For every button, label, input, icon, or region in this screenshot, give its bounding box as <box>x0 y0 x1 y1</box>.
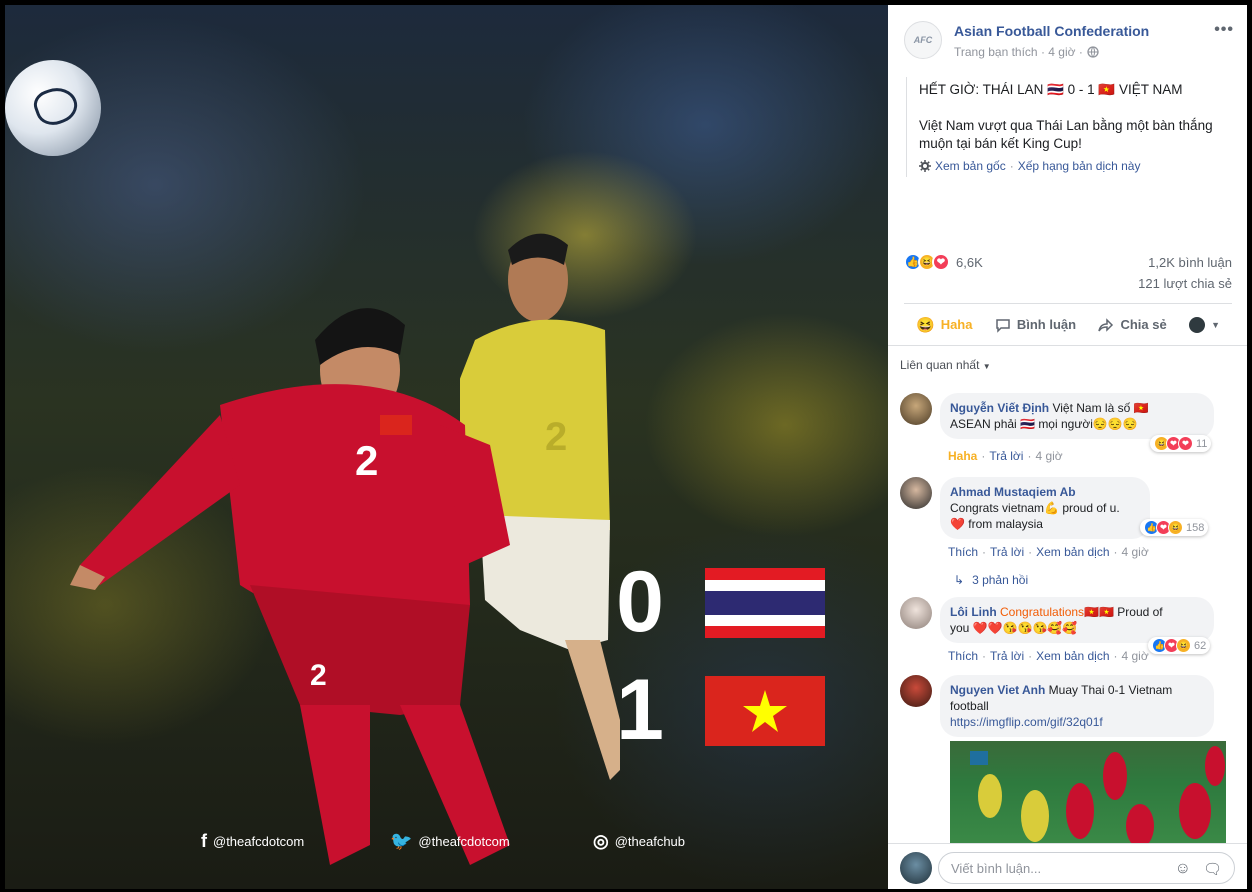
highlight-text: Congratulations <box>1000 605 1085 619</box>
emoji-icon[interactable]: ☺ <box>1175 860 1191 878</box>
comment-time[interactable]: 4 giờ <box>1035 449 1062 463</box>
globe-icon[interactable] <box>1087 46 1099 58</box>
comment-like-link[interactable]: Thích <box>948 649 978 663</box>
twitter-icon: 🐦 <box>390 831 413 851</box>
commenter-name[interactable]: Lôi Linh <box>950 605 997 619</box>
comment-actions: Haha · Trả lời · 4 giờ <box>948 449 1063 463</box>
social-instagram: ◎ @theafchub <box>593 831 685 852</box>
gif-players-image <box>970 746 1225 846</box>
commenter-avatar[interactable] <box>900 597 932 629</box>
gif-link[interactable]: https://imgflip.com/gif/32q01f <box>950 715 1103 729</box>
photo-viewer: 2 2 2 0 1 f @theafcdotcom 🐦 @theafcdotco… <box>0 0 1252 892</box>
sort-dropdown[interactable]: Liên quan nhất ▼ <box>900 358 991 372</box>
comment-sort-bar: Liên quan nhất ▼ <box>888 345 1247 389</box>
gear-icon[interactable] <box>919 160 931 172</box>
reactions-summary: 👍 😆 ❤ 6,6K 1,2K bình luận 121 lượt chia … <box>904 253 1232 297</box>
social-facebook: f @theafcdotcom <box>201 831 304 852</box>
love-reaction-icon: ❤ <box>932 253 950 271</box>
share-icon <box>1098 317 1114 332</box>
post-headline: HẾT GIỜ: THÁI LAN 🇹🇭 0 - 1 🇻🇳 VIỆT NAM <box>919 82 1183 97</box>
comment-actions: Thích · Trả lời · Xem bản dịch · 4 giờ <box>948 649 1149 663</box>
see-translation-link[interactable]: Xem bản dịch <box>1036 649 1109 663</box>
comment-actions: Thích · Trả lời · Xem bản dịch · 4 giờ <box>948 545 1149 559</box>
comment-gif-image[interactable] <box>950 741 1226 846</box>
comment-time[interactable]: 4 giờ <box>1122 545 1149 559</box>
haha-button[interactable]: 😆 Haha <box>916 316 972 334</box>
reaction-profile-selector[interactable]: ▼ <box>1189 316 1220 333</box>
instagram-icon: ◎ <box>593 831 609 851</box>
comment-button[interactable]: Bình luận <box>995 317 1076 333</box>
see-translation-link[interactable]: Xem bản dịch <box>1036 545 1109 559</box>
post-text: HẾT GIỜ: THÁI LAN 🇹🇭 0 - 1 🇻🇳 VIỆT NAM V… <box>906 77 1232 177</box>
share-count[interactable]: 121 lượt chia sẻ <box>1138 276 1232 291</box>
comment-icon <box>996 318 1010 333</box>
twitter-handle: @theafcdotcom <box>418 834 510 849</box>
post-photo[interactable]: 2 2 2 0 1 f @theafcdotcom 🐦 @theafcdotco… <box>5 5 888 889</box>
comment-time[interactable]: 4 giờ <box>1122 649 1149 663</box>
comment-reaction-count[interactable]: 😆 ❤ ❤ 11 <box>1150 435 1212 452</box>
user-avatar[interactable] <box>900 852 932 884</box>
comment-reply-link[interactable]: Trả lời <box>989 449 1023 463</box>
social-twitter: 🐦 @theafcdotcom <box>390 831 510 852</box>
commenter-avatar[interactable] <box>900 477 932 509</box>
comment-input[interactable]: Viết bình luận... ☺ 🗨 <box>938 852 1235 884</box>
thailand-flag-icon <box>705 567 825 638</box>
score-thailand: 0 <box>616 554 664 650</box>
score-row-thailand: 0 <box>605 553 825 652</box>
reaction-icons[interactable]: 👍 😆 ❤ 6,6K <box>904 253 983 271</box>
share-button[interactable]: Chia sẻ <box>1098 317 1167 333</box>
post-header: AFC Asian Football Confederation Trang b… <box>904 19 1234 61</box>
page-name-link[interactable]: Asian Football Confederation <box>954 23 1149 39</box>
view-replies-link[interactable]: ↳ 3 phản hồi <box>954 573 1028 587</box>
score-row-vietnam: 1 <box>605 661 825 760</box>
rate-translation-link[interactable]: Xếp hạng bản dịch này <box>1018 157 1141 175</box>
comment-reaction-count[interactable]: 👍 ❤ 😆 158 <box>1140 519 1209 536</box>
comment-reply-link[interactable]: Trả lời <box>990 545 1024 559</box>
post-meta-text: Trang bạn thích · 4 giờ · <box>954 45 1083 59</box>
reply-arrow-icon: ↳ <box>954 573 965 587</box>
comment-reply-link[interactable]: Trả lời <box>990 649 1024 663</box>
comment-react-link[interactable]: Haha <box>948 449 977 463</box>
comment-bubble: Nguyễn Viết Định Việt Nam là số 🇻🇳 ASEAN… <box>940 393 1214 439</box>
commenter-name[interactable]: Nguyen Viet Anh <box>950 683 1045 697</box>
svg-text:2: 2 <box>310 659 327 692</box>
post-side-panel: AFC Asian Football Confederation Trang b… <box>888 5 1247 889</box>
vietnam-flag-icon <box>705 675 825 746</box>
chevron-down-icon: ▼ <box>982 362 991 371</box>
score-vietnam: 1 <box>616 662 664 758</box>
comment-count[interactable]: 1,2K bình luận <box>1148 255 1232 270</box>
comment-bubble: Ahmad Mustaqiem Ab Congrats vietnam💪 pro… <box>940 477 1150 539</box>
sticker-icon[interactable]: 🗨 <box>1203 860 1222 878</box>
facebook-handle: @theafcdotcom <box>213 834 305 849</box>
svg-text:2: 2 <box>355 437 378 484</box>
comment-composer: Viết bình luận... ☺ 🗨 <box>888 843 1247 889</box>
more-options-icon[interactable]: ••• <box>1214 21 1234 39</box>
comment-reaction-count[interactable]: 👍 ❤ 😆 62 <box>1148 637 1211 654</box>
see-original-link[interactable]: Xem bản gốc <box>935 157 1006 175</box>
reaction-count[interactable]: 6,6K <box>956 255 983 270</box>
facebook-icon: f <box>201 831 207 851</box>
player-red-image: 2 2 <box>70 308 510 865</box>
translation-links: Xem bản gốc · Xếp hạng bản dịch này <box>919 157 1232 175</box>
football-image <box>5 60 101 156</box>
chevron-down-icon: ▼ <box>1211 319 1220 330</box>
commenter-avatar[interactable] <box>900 675 932 707</box>
comment-bubble: Nguyen Viet Anh Muay Thai 0-1 Vietnam fo… <box>940 675 1214 737</box>
commenter-name[interactable]: Nguyễn Viết Định <box>950 401 1049 415</box>
commenter-avatar[interactable] <box>900 393 932 425</box>
comment-like-link[interactable]: Thích <box>948 545 978 559</box>
profile-avatar-small <box>1189 316 1206 333</box>
instagram-handle: @theafchub <box>614 834 686 849</box>
page-avatar[interactable]: AFC <box>904 21 942 59</box>
post-action-bar: 😆 Haha Bình luận Chia sẻ ▼ <box>904 303 1232 345</box>
post-meta: Trang bạn thích · 4 giờ · <box>954 45 1099 59</box>
haha-icon: 😆 <box>916 316 935 334</box>
post-body: Việt Nam vượt qua Thái Lan bằng một bàn … <box>919 118 1213 151</box>
commenter-name[interactable]: Ahmad Mustaqiem Ab <box>950 485 1076 499</box>
